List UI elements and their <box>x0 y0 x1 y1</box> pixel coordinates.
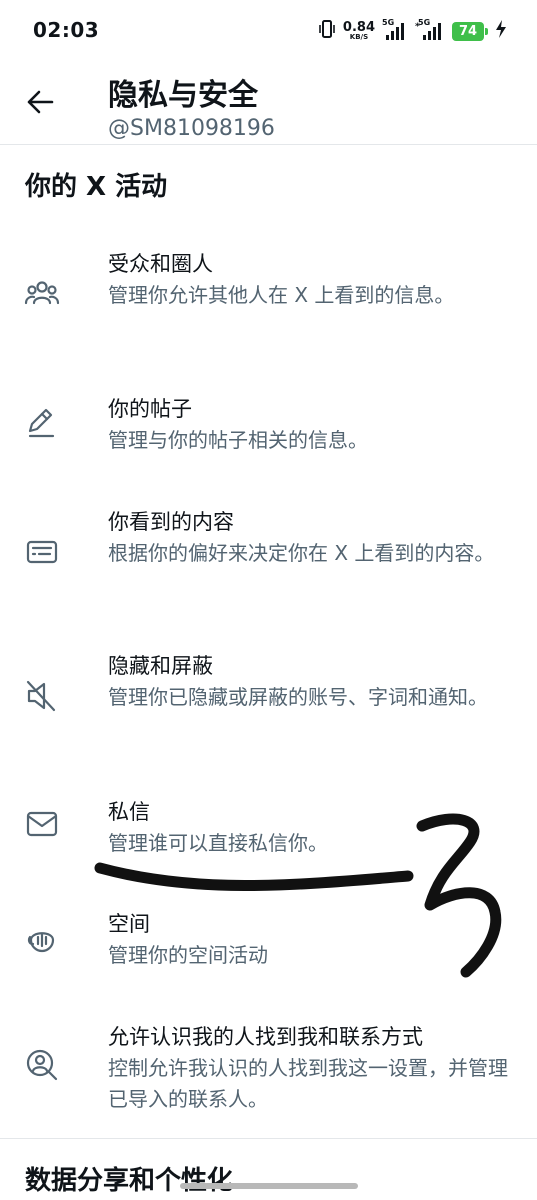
page-title: 隐私与安全 <box>108 78 258 113</box>
settings-item-content[interactable]: 你看到的内容 根据你的偏好来决定你在 X 上看到的内容。 <box>0 506 537 606</box>
page-header: 隐私与安全 @SM81098196 <box>0 62 537 145</box>
settings-item-label: 你看到的内容 <box>108 510 234 534</box>
status-icons: 0.84 KB/S 5G 5G * 74 <box>318 18 507 44</box>
section-title: 你的 X 活动 <box>25 172 168 202</box>
spaces-icon <box>24 920 60 956</box>
status-time: 02:03 <box>33 18 100 42</box>
next-section-title: 数据分享和个性化 <box>25 1166 234 1196</box>
arrow-left-icon <box>26 90 54 118</box>
signal-5g-2-icon: 5G * <box>415 18 445 42</box>
back-button[interactable] <box>20 84 60 124</box>
settings-item-discoverability[interactable]: 允许认识我的人找到我和联系方式 控制允许我认识的人找到我这一设置，并管理已导入的… <box>0 1021 537 1121</box>
battery-indicator: 74 <box>452 21 488 41</box>
settings-item-description: 管理谁可以直接私信你。 <box>108 831 328 855</box>
settings-item-description: 控制允许我认识的人找到我这一设置，并管理已导入的联系人。 <box>108 1056 508 1111</box>
settings-item-label: 允许认识我的人找到我和联系方式 <box>108 1025 423 1049</box>
net-speed: 0.84 KB/S <box>343 21 375 41</box>
settings-item-description: 管理与你的帖子相关的信息。 <box>108 428 368 452</box>
status-bar: 02:03 0.84 KB/S 5G 5G * 74 <box>0 0 537 62</box>
settings-item-description: 管理你允许其他人在 X 上看到的信息。 <box>108 283 455 307</box>
settings-item-description: 管理你的空间活动 <box>108 943 268 967</box>
mute-icon <box>24 678 60 714</box>
section-divider <box>0 1138 537 1139</box>
settings-item-audience[interactable]: 受众和圈人 管理你允许其他人在 X 上看到的信息。 <box>0 248 537 348</box>
settings-item-posts[interactable]: 你的帖子 管理与你的帖子相关的信息。 <box>0 393 537 463</box>
signal-5g-icon: 5G <box>382 18 408 42</box>
settings-item-description: 根据你的偏好来决定你在 X 上看到的内容。 <box>108 541 495 565</box>
audience-icon <box>24 276 60 312</box>
settings-item-label: 私信 <box>108 800 150 824</box>
settings-item-label: 空间 <box>108 912 150 936</box>
discoverability-icon <box>24 1047 60 1083</box>
settings-item-label: 受众和圈人 <box>108 252 213 276</box>
charging-icon <box>495 19 507 43</box>
home-indicator[interactable] <box>180 1183 358 1189</box>
settings-item-description: 管理你已隐藏或屏蔽的账号、字词和通知。 <box>108 685 488 709</box>
settings-item-direct-messages[interactable]: 私信 管理谁可以直接私信你。 <box>0 796 537 866</box>
envelope-icon <box>24 806 60 842</box>
settings-item-label: 隐藏和屏蔽 <box>108 654 213 678</box>
content-icon <box>24 534 60 570</box>
net-speed-unit: KB/S <box>349 33 369 41</box>
settings-item-mute-block[interactable]: 隐藏和屏蔽 管理你已隐藏或屏蔽的账号、字词和通知。 <box>0 650 537 750</box>
pencil-icon <box>24 405 60 441</box>
vibrate-icon <box>318 19 336 43</box>
svg-text:*: * <box>415 22 420 32</box>
settings-item-spaces[interactable]: 空间 管理你的空间活动 <box>0 908 537 978</box>
settings-item-label: 你的帖子 <box>108 397 192 421</box>
account-username: @SM81098196 <box>108 116 275 141</box>
